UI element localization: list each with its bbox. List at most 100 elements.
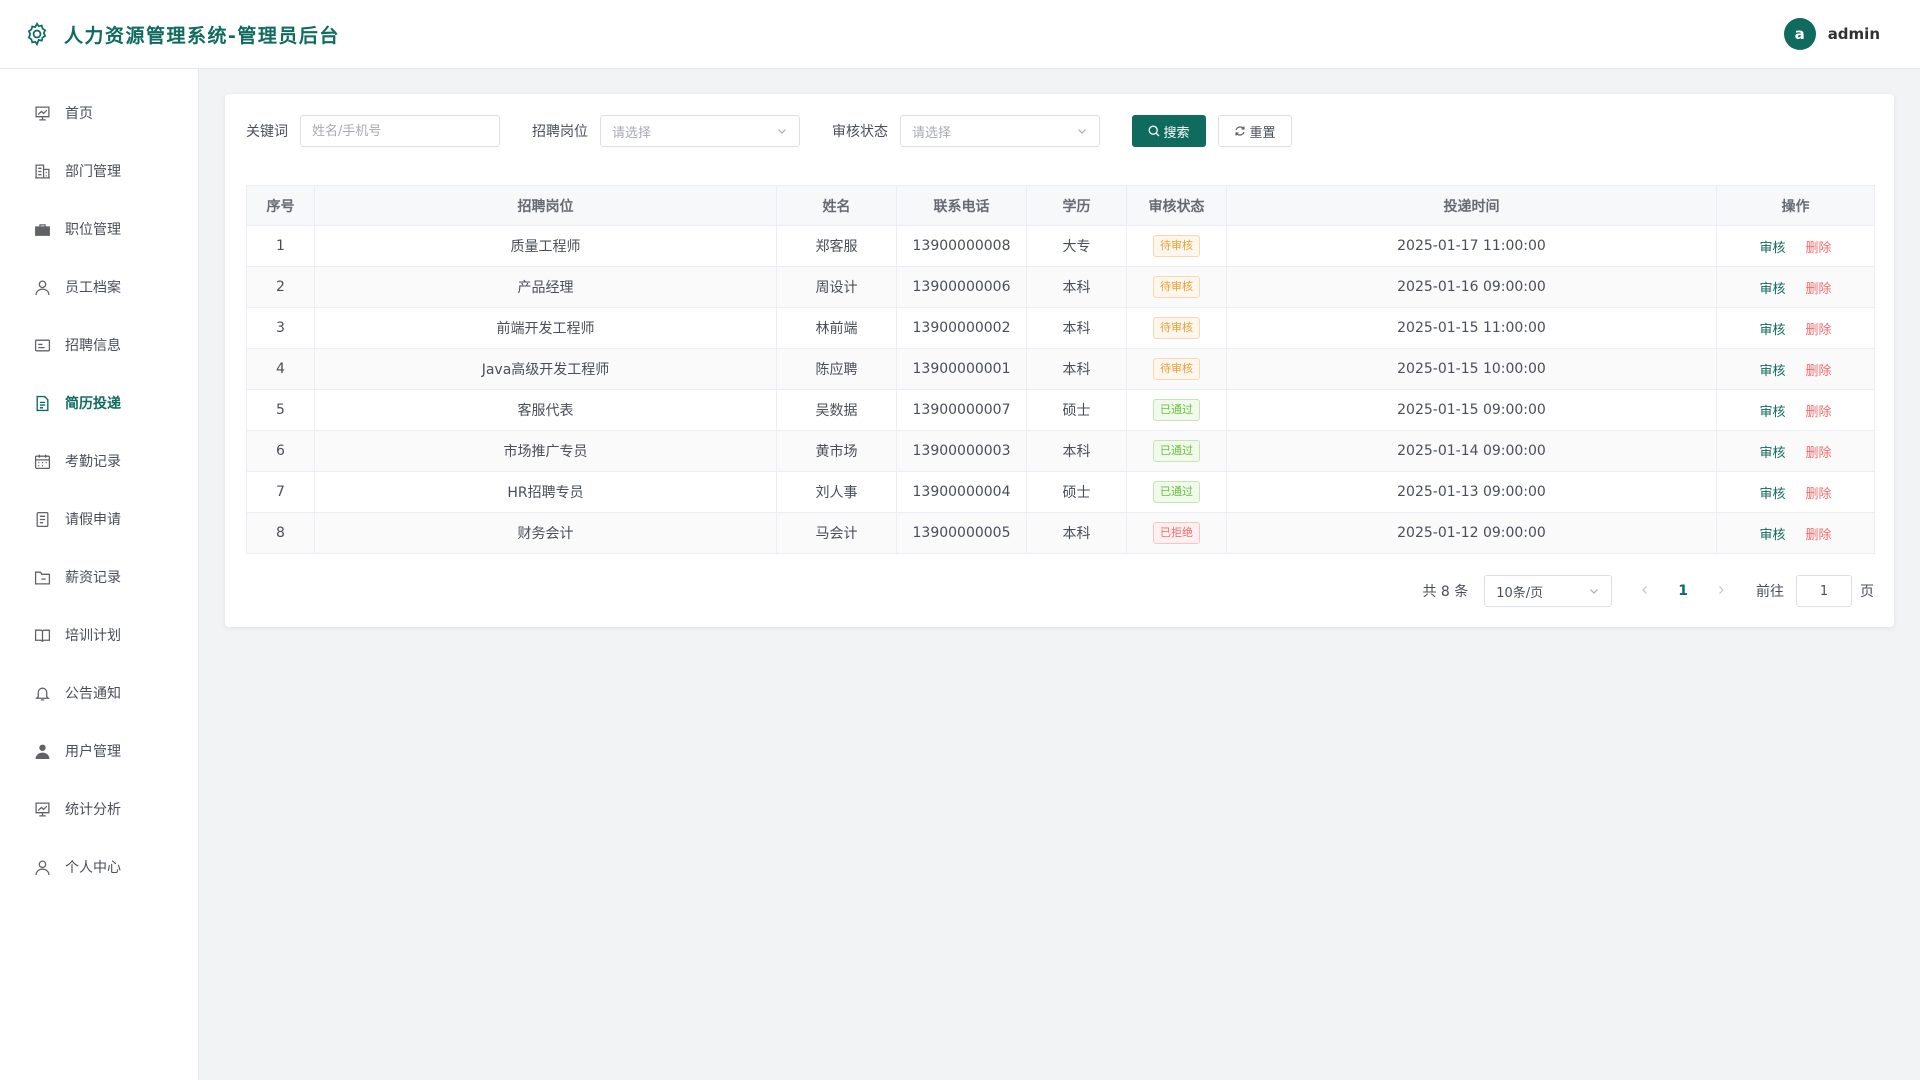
user-menu[interactable]: a admin [1783,18,1880,50]
sidebar-item-label: 首页 [65,106,93,122]
status-badge: 已通过 [1153,481,1200,503]
chevron-right-icon [1719,586,1724,594]
cell-status: 待审核 [1126,266,1227,308]
search-icon [1149,125,1160,137]
audit-button[interactable]: 审核 [1759,282,1785,297]
delete-button[interactable]: 删除 [1806,446,1832,461]
col-header-status: 审核状态 [1126,185,1227,226]
bell-icon [35,687,50,701]
delete-button[interactable]: 删除 [1806,364,1832,379]
status-badge: 待审核 [1153,317,1200,339]
search-button-label: 搜索 [1163,125,1190,141]
cell-education: 本科 [1026,512,1127,554]
sidebar-item-position[interactable]: 职位管理 [0,200,198,258]
cell-time: 2025-01-15 09:00:00 [1226,389,1717,431]
cell-no: 5 [246,389,315,431]
page-size-select[interactable]: 10条/页 [1484,575,1613,607]
cell-actions: 审核 删除 [1716,348,1875,390]
cell-no: 6 [246,430,315,472]
delete-button[interactable]: 删除 [1806,241,1832,256]
cell-phone: 13900000006 [896,266,1027,308]
cell-education: 本科 [1026,348,1127,390]
sidebar-item-users[interactable]: 用户管理 [0,722,198,780]
status-badge: 待审核 [1153,276,1200,298]
briefcase-icon [35,223,50,236]
audit-button[interactable]: 审核 [1759,241,1785,256]
delete-button[interactable]: 删除 [1806,323,1832,338]
prev-page-button[interactable] [1640,583,1650,599]
avatar[interactable]: a [1783,18,1816,50]
sidebar-item-training[interactable]: 培训计划 [0,606,198,664]
cell-name: 林前端 [776,307,897,349]
col-header-name: 姓名 [776,185,897,226]
cell-phone: 13900000008 [896,225,1027,267]
folder-icon [34,571,51,585]
cell-no: 1 [246,225,315,267]
cell-actions: 审核 删除 [1716,225,1875,267]
sidebar-item-profile[interactable]: 个人中心 [0,838,198,896]
delete-button[interactable]: 删除 [1806,282,1832,297]
col-header-no: 序号 [246,185,315,226]
audit-button[interactable]: 审核 [1759,323,1785,338]
cell-status: 待审核 [1126,307,1227,349]
book-icon [34,629,51,642]
sidebar-item-home[interactable]: 首页 [0,84,198,142]
delete-button[interactable]: 删除 [1806,528,1832,543]
cell-name: 周设计 [776,266,897,308]
audit-button[interactable]: 审核 [1759,405,1785,420]
sidebar-item-department[interactable]: 部门管理 [0,142,198,200]
search-button[interactable]: 搜索 [1132,115,1206,147]
cell-phone: 13900000003 [896,430,1027,472]
sidebar-item-salary[interactable]: 薪资记录 [0,548,198,606]
cell-phone: 13900000007 [896,389,1027,431]
sidebar-item-recruitment[interactable]: 招聘信息 [0,316,198,374]
keyword-input[interactable] [300,115,500,147]
audit-button[interactable]: 审核 [1759,446,1785,461]
sidebar-item-statistics[interactable]: 统计分析 [0,780,198,838]
top-header: 人力资源管理系统-管理员后台 a admin [0,0,1920,69]
cell-time: 2025-01-12 09:00:00 [1226,512,1717,554]
cell-position: 财务会计 [314,512,777,554]
table-row: 5 客服代表 吴数据 13900000007 硕士 已通过 2025-01-15… [246,389,1875,431]
cell-position: Java高级开发工程师 [314,348,777,390]
audit-button[interactable]: 审核 [1759,528,1785,543]
position-select[interactable]: 请选择 [600,115,800,147]
username[interactable]: admin [1828,25,1880,43]
position-select-value: 请选择 [612,125,652,141]
pagination-total: 共 8 条 [1422,584,1469,600]
status-select-value: 请选择 [912,125,952,141]
col-header-actions: 操作 [1716,185,1875,226]
cell-actions: 审核 删除 [1716,266,1875,308]
page-number-1[interactable]: 1 [1678,583,1688,599]
cell-phone: 13900000005 [896,512,1027,554]
cell-time: 2025-01-15 10:00:00 [1226,348,1717,390]
sidebar-item-attendance[interactable]: 考勤记录 [0,432,198,490]
cell-phone: 13900000001 [896,348,1027,390]
sidebar-item-resume[interactable]: 简历投递 [0,374,198,432]
audit-button[interactable]: 审核 [1759,364,1785,379]
sidebar-item-label: 公告通知 [65,686,121,702]
cell-status: 已拒绝 [1126,512,1227,554]
app-title: 人力资源管理系统-管理员后台 [64,24,340,47]
status-badge: 已通过 [1153,440,1200,462]
delete-button[interactable]: 删除 [1806,405,1832,420]
next-page-button[interactable] [1716,583,1726,599]
table-row: 6 市场推广专员 黄市场 13900000003 本科 已通过 2025-01-… [246,430,1875,472]
sidebar-item-notice[interactable]: 公告通知 [0,664,198,722]
cell-position: 产品经理 [314,266,777,308]
cell-status: 待审核 [1126,348,1227,390]
status-select[interactable]: 请选择 [900,115,1100,147]
cell-position: 质量工程师 [314,225,777,267]
cell-phone: 13900000002 [896,307,1027,349]
cell-education: 大专 [1026,225,1127,267]
sidebar-item-employee[interactable]: 员工档案 [0,258,198,316]
status-badge: 已通过 [1153,399,1200,421]
audit-button[interactable]: 审核 [1759,487,1785,502]
sidebar-item-leave[interactable]: 请假申请 [0,490,198,548]
status-badge: 待审核 [1153,235,1200,257]
delete-button[interactable]: 删除 [1806,487,1832,502]
goto-page-input[interactable] [1796,575,1852,607]
chevron-down-icon [1078,129,1086,134]
reset-button[interactable]: 重置 [1218,115,1292,147]
chevron-left-icon [1642,586,1648,594]
